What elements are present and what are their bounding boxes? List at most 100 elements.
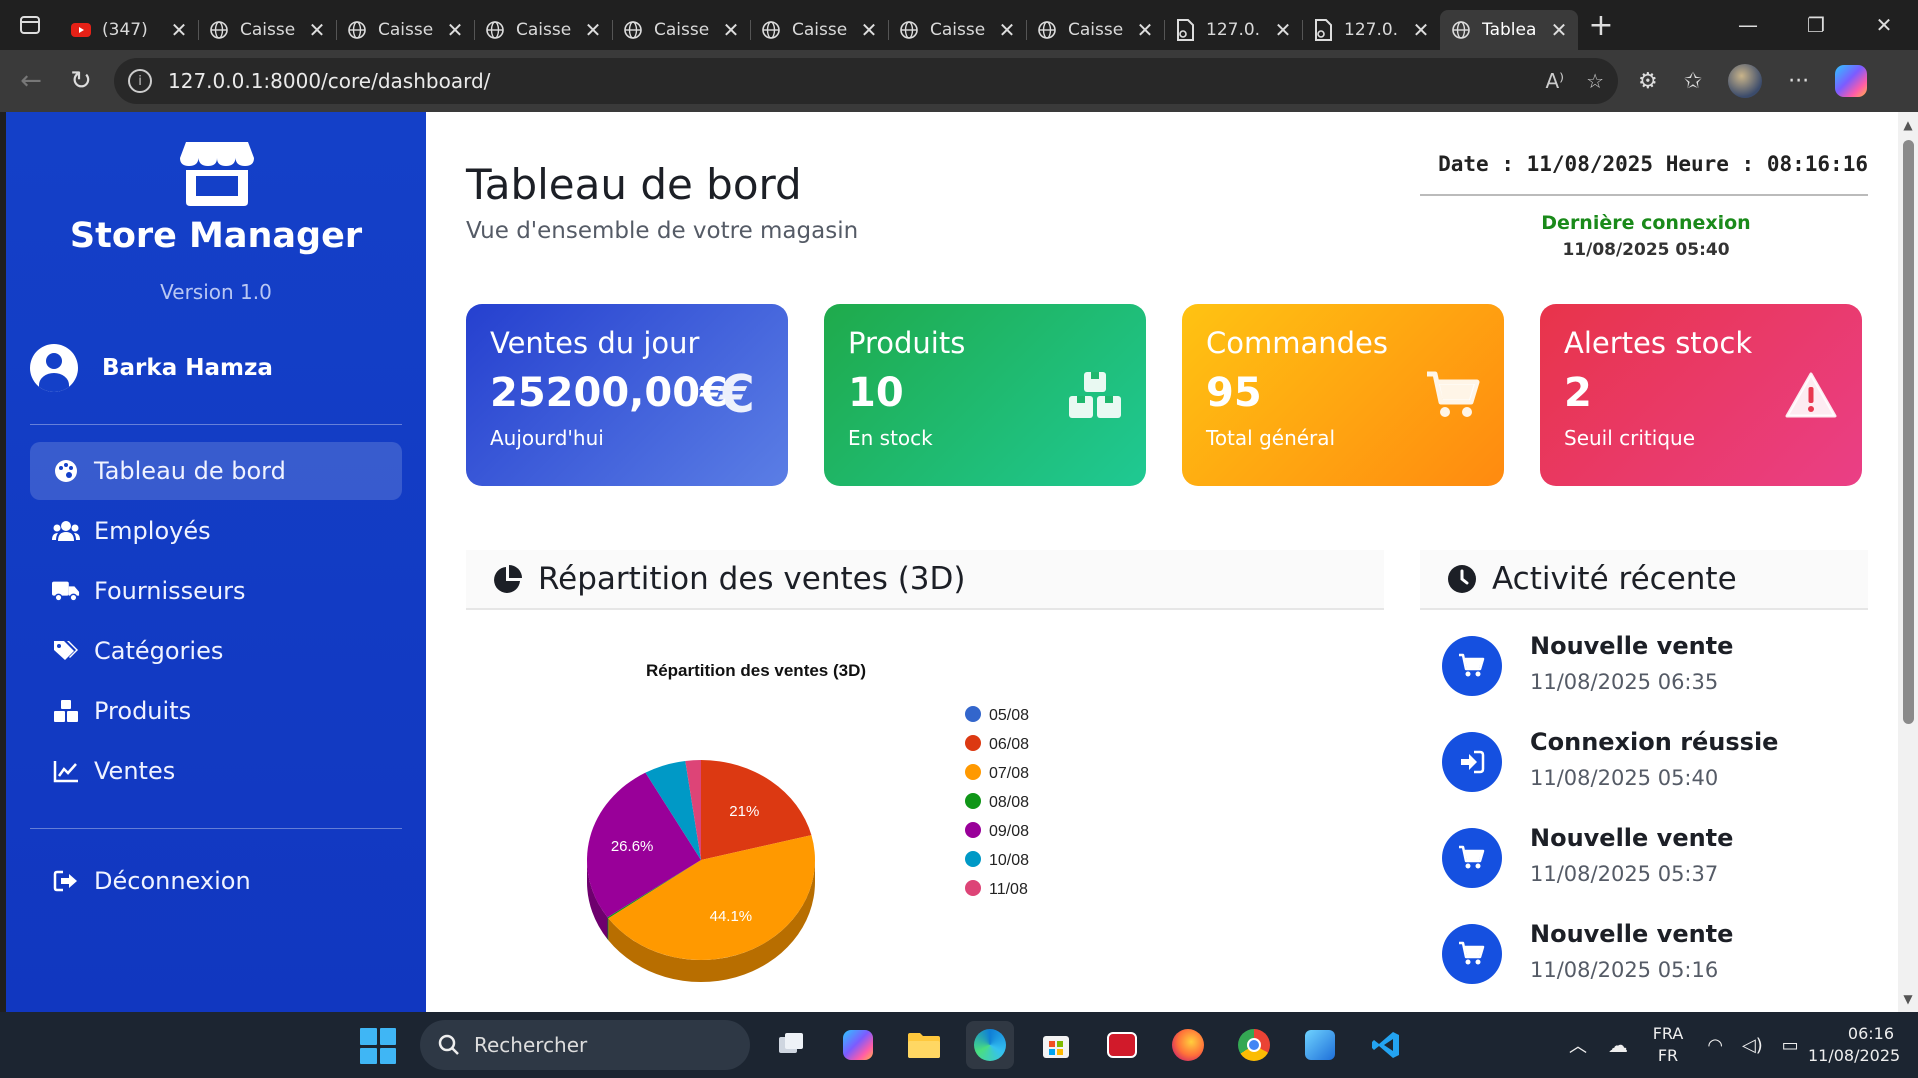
close-tab-icon[interactable]: ✕ [1136,18,1154,42]
brand-version: Version 1.0 [160,280,272,304]
maximize-button[interactable]: ❐ [1782,13,1850,37]
chevron-up-icon[interactable]: ︿ [1558,1032,1598,1058]
legend-swatch [965,793,981,809]
chrome-icon[interactable] [1230,1021,1278,1069]
browser-tab[interactable]: Caisse ✕ [612,10,750,50]
card-stock-alerts[interactable]: Alertes stock 2 Seuil critique [1540,304,1862,486]
extensions-icon[interactable]: ⚙ [1638,69,1658,94]
url-text[interactable]: 127.0.0.1:8000/core/dashboard/ [168,69,1545,93]
logout-button[interactable]: Déconnexion [30,852,402,910]
copilot-app-icon[interactable] [834,1021,882,1069]
scrollbar-thumb[interactable] [1903,140,1914,724]
browser-tab[interactable]: Caisse ✕ [1026,10,1164,50]
close-tab-icon[interactable]: ✕ [308,18,326,42]
browser-tab[interactable]: Caisse ✕ [750,10,888,50]
globe-icon [1036,19,1058,41]
close-tab-icon[interactable]: ✕ [446,18,464,42]
card-orders[interactable]: Commandes 95 Total général [1182,304,1504,486]
file-icon [1312,19,1334,41]
main-content: Tableau de bord Vue d'ensemble de votre … [426,112,1898,1012]
browser-tab[interactable]: Caisse ✕ [336,10,474,50]
chart-title: Répartition des ventes (3D) [646,661,866,680]
sidebar-item-suppliers[interactable]: Fournisseurs [30,562,402,620]
sidebar-item-products[interactable]: Produits [30,682,402,740]
page-scrollbar[interactable]: ▲ ▼ [1898,112,1918,1012]
tab-title: Caisse [930,20,986,40]
card-daily-sales[interactable]: Ventes du jour 25200,00€ Aujourd'hui € [466,304,788,486]
sidebar-item-label: Tableau de bord [94,457,286,485]
sidebar-item-categories[interactable]: Catégories [30,622,402,680]
scroll-up-icon[interactable]: ▲ [1902,118,1914,132]
close-tab-icon[interactable]: ✕ [170,18,188,42]
browser-tab[interactable]: Tablea ✕ [1440,10,1578,50]
copilot-icon[interactable] [1835,65,1868,97]
quick-settings[interactable]: ◠ ◁) ▭ [1698,1035,1808,1056]
card-products[interactable]: Produits 10 En stock [824,304,1146,486]
windows-logo-icon [360,1028,377,1045]
address-bar[interactable]: i 127.0.0.1:8000/core/dashboard/ A⁾ ☆ [114,58,1618,104]
browser-tab[interactable]: 127.0. ✕ [1302,10,1440,50]
user-avatar-icon [30,344,78,392]
photos-icon[interactable] [1296,1021,1344,1069]
back-button[interactable]: ← [6,56,56,106]
close-tab-icon[interactable]: ✕ [1274,18,1292,42]
activity-item[interactable]: Nouvelle vente 11/08/2025 05:16 [1442,920,1868,1012]
refresh-button[interactable]: ↻ [56,56,106,106]
start-button[interactable] [360,1028,396,1064]
scroll-down-icon[interactable]: ▼ [1902,992,1914,1006]
card-subtitle: Seuil critique [1564,426,1695,450]
favorites-icon[interactable]: ✩ [1684,69,1702,94]
close-tab-icon[interactable]: ✕ [584,18,602,42]
clock[interactable]: 06:16 11/08/2025 [1808,1023,1918,1067]
legend-label[interactable]: 08/08 [989,794,1029,811]
close-tab-icon[interactable]: ✕ [860,18,878,42]
legend-label[interactable]: 09/08 [989,823,1029,840]
firefox-icon[interactable] [1164,1021,1212,1069]
legend-label[interactable]: 10/08 [989,852,1029,869]
file-explorer-icon[interactable] [900,1021,948,1069]
vscode-icon[interactable] [1362,1021,1410,1069]
panel-header: Activité récente [1420,550,1868,610]
close-tab-icon[interactable]: ✕ [722,18,740,42]
browser-tab[interactable]: Caisse ✕ [198,10,336,50]
screen-recorder-icon[interactable] [1098,1021,1146,1069]
browser-tab[interactable]: (347) ✕ [60,10,198,50]
legend-label[interactable]: 05/08 [989,707,1029,724]
legend-label[interactable]: 11/08 [989,881,1028,898]
sidebar-item-sales[interactable]: Ventes [30,742,402,800]
profile-avatar[interactable] [1728,64,1763,98]
activity-item[interactable]: Connexion réussie 11/08/2025 05:40 [1442,728,1868,824]
onedrive-icon[interactable]: ☁ [1598,1033,1638,1057]
taskbar-search[interactable]: Rechercher [420,1020,750,1070]
tab-actions-button[interactable] [0,0,60,50]
cart-icon [1442,636,1502,696]
minimize-button[interactable]: — [1714,13,1782,37]
new-tab-button[interactable]: + [1578,8,1624,43]
legend-label[interactable]: 06/08 [989,736,1029,753]
sign-out-icon [52,867,80,895]
logout-area: Déconnexion [30,852,402,912]
more-menu-icon[interactable]: ··· [1788,69,1809,94]
browser-tab[interactable]: 127.0. ✕ [1164,10,1302,50]
close-tab-icon[interactable]: ✕ [1412,18,1430,42]
edge-browser-icon[interactable] [966,1021,1014,1069]
refresh-icon: ↻ [70,66,92,96]
tags-icon [52,637,80,665]
activity-item[interactable]: Nouvelle vente 11/08/2025 06:35 [1442,632,1868,728]
task-view-icon[interactable] [768,1021,816,1069]
close-tab-icon[interactable]: ✕ [998,18,1016,42]
microsoft-store-icon[interactable] [1032,1021,1080,1069]
sidebar-item-dashboard[interactable]: Tableau de bord [30,442,402,500]
activity-item[interactable]: Nouvelle vente 11/08/2025 05:37 [1442,824,1868,920]
site-info-icon[interactable]: i [128,69,152,93]
close-tab-icon[interactable]: ✕ [1550,18,1568,42]
browser-tab[interactable]: Caisse ✕ [888,10,1026,50]
browser-tab[interactable]: Caisse ✕ [474,10,612,50]
legend-label[interactable]: 07/08 [989,765,1029,782]
sidebar-item-employees[interactable]: Employés [30,502,402,560]
sidebar: Store Manager Version 1.0 Barka Hamza Ta… [6,112,426,1012]
favorite-star-icon[interactable]: ☆ [1586,69,1604,93]
language-indicator[interactable]: FRA FR [1638,1023,1698,1067]
read-aloud-icon[interactable]: A⁾ [1545,69,1564,93]
close-window-button[interactable]: ✕ [1850,13,1918,37]
